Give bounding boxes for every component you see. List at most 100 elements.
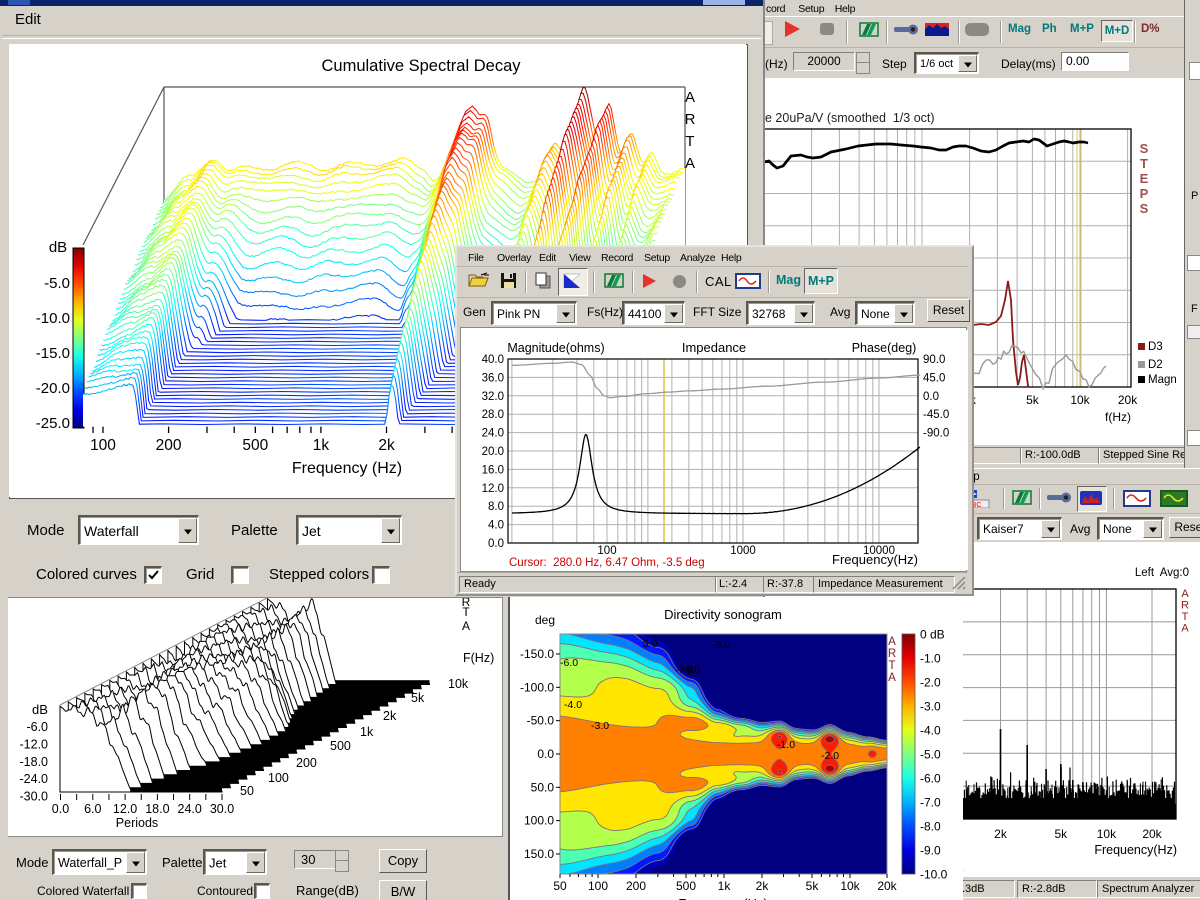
- svg-text:A: A: [888, 672, 896, 684]
- svg-text:5k: 5k: [1054, 827, 1068, 841]
- svg-text:-45.0: -45.0: [923, 409, 949, 421]
- svg-text:Directivity sonogram: Directivity sonogram: [664, 607, 782, 622]
- svg-text:20k: 20k: [877, 879, 897, 893]
- svg-text:D3: D3: [1148, 341, 1163, 353]
- svg-text:-7.0: -7.0: [920, 796, 941, 810]
- svg-text:-10.0: -10.0: [920, 868, 948, 882]
- svg-text:-50.0: -50.0: [527, 714, 555, 728]
- svg-text:R: R: [685, 111, 696, 128]
- svg-text:Cumulative Spectral Decay: Cumulative Spectral Decay: [322, 57, 522, 75]
- svg-text:8.0: 8.0: [488, 501, 504, 513]
- svg-text:Frequency(Hz): Frequency(Hz): [1094, 843, 1177, 857]
- svg-text:-4.0: -4.0: [920, 724, 941, 738]
- svg-text:-5.0: -5.0: [920, 748, 941, 762]
- svg-text:20.0: 20.0: [482, 446, 504, 458]
- svg-text:A: A: [685, 89, 695, 106]
- svg-text:24.0: 24.0: [178, 802, 202, 816]
- svg-text:1k: 1k: [718, 879, 732, 893]
- svg-text:200: 200: [626, 879, 646, 893]
- svg-text:50.0: 50.0: [531, 780, 555, 794]
- svg-text:28.0: 28.0: [482, 409, 504, 421]
- svg-text:-24.0: -24.0: [20, 772, 49, 786]
- svg-text:100: 100: [597, 545, 616, 557]
- svg-text:-20.0: -20.0: [36, 380, 70, 397]
- svg-text:-10.0: -10.0: [36, 310, 70, 327]
- svg-text:A: A: [888, 636, 896, 648]
- svg-text:F(Hz): F(Hz): [463, 651, 494, 665]
- svg-text:500: 500: [676, 879, 696, 893]
- svg-text:50: 50: [240, 784, 254, 798]
- svg-text:100: 100: [588, 879, 608, 893]
- svg-text:-12.0: -12.0: [20, 737, 49, 751]
- svg-text:A: A: [1181, 623, 1189, 635]
- svg-text:Left Avg:0: Left Avg:0: [1135, 567, 1189, 579]
- svg-text:150.0: 150.0: [524, 847, 554, 861]
- svg-text:36.0: 36.0: [482, 372, 504, 384]
- svg-text:-4.0: -4.0: [564, 699, 582, 711]
- svg-text:2k: 2k: [994, 827, 1008, 841]
- svg-text:-90.0: -90.0: [923, 428, 949, 440]
- svg-text:-15.0: -15.0: [36, 345, 70, 362]
- svg-text:Frequency(Hz): Frequency(Hz): [832, 552, 918, 567]
- svg-text:dB: dB: [32, 702, 48, 717]
- svg-text:2k: 2k: [383, 709, 397, 723]
- svg-text:-9.0: -9.0: [920, 844, 941, 858]
- svg-text:S: S: [1140, 201, 1149, 216]
- svg-text:A: A: [462, 619, 470, 633]
- svg-text:-8.0: -8.0: [920, 820, 941, 834]
- svg-text:-8.0: -8.0: [682, 664, 700, 676]
- svg-text:R: R: [1181, 600, 1189, 612]
- svg-text:10k: 10k: [840, 879, 860, 893]
- svg-text:T: T: [462, 605, 470, 619]
- svg-text:1000: 1000: [730, 545, 756, 557]
- svg-text:E: E: [1140, 171, 1149, 186]
- svg-text:T: T: [888, 660, 895, 672]
- svg-text:Periods: Periods: [116, 816, 158, 830]
- svg-text:-2.0: -2.0: [920, 676, 941, 690]
- svg-text:Magnitude(ohms): Magnitude(ohms): [507, 341, 604, 355]
- svg-text:5.0: 5.0: [643, 638, 658, 650]
- svg-text:100: 100: [268, 771, 289, 785]
- svg-text:5k: 5k: [1026, 393, 1040, 407]
- svg-text:-1.0: -1.0: [920, 652, 941, 666]
- svg-text:R: R: [888, 648, 896, 660]
- svg-text:0 dB: 0 dB: [920, 628, 945, 642]
- svg-text:-30.0: -30.0: [20, 790, 49, 804]
- svg-text:f(Hz): f(Hz): [1105, 410, 1131, 424]
- svg-text:2k: 2k: [378, 437, 395, 454]
- svg-text:e 20uPa/V (smoothed 1/3 oct): e 20uPa/V (smoothed 1/3 oct): [765, 111, 935, 125]
- svg-text:0.0: 0.0: [52, 802, 69, 816]
- svg-text:-100.0: -100.0: [520, 680, 554, 694]
- svg-text:0.0: 0.0: [923, 391, 939, 403]
- svg-text:-6.0: -6.0: [560, 657, 578, 669]
- svg-text:50: 50: [553, 879, 567, 893]
- svg-text:2k: 2k: [756, 879, 770, 893]
- svg-text:0.0: 0.0: [488, 538, 504, 550]
- svg-text:32.0: 32.0: [482, 391, 504, 403]
- svg-text:10k: 10k: [1097, 827, 1117, 841]
- svg-text:Phase(deg): Phase(deg): [852, 341, 917, 355]
- svg-text:P: P: [1140, 186, 1149, 201]
- svg-text:-3.0: -3.0: [591, 720, 609, 732]
- svg-text:90.0: 90.0: [923, 354, 945, 366]
- svg-text:-2.0: -2.0: [821, 750, 839, 762]
- svg-text:dB: dB: [49, 239, 67, 256]
- svg-text:200: 200: [156, 437, 182, 454]
- svg-text:-18.0: -18.0: [20, 755, 49, 769]
- svg-text:-1.0: -1.0: [777, 739, 795, 751]
- svg-text:24.0: 24.0: [482, 428, 504, 440]
- svg-text:200: 200: [296, 756, 317, 770]
- svg-text:-150.0: -150.0: [520, 647, 554, 661]
- svg-text:10k: 10k: [1070, 393, 1090, 407]
- svg-text:1k: 1k: [360, 725, 374, 739]
- svg-text:-3.0: -3.0: [920, 700, 941, 714]
- svg-text:Magn: Magn: [1148, 374, 1177, 386]
- svg-text:-9.0: -9.0: [712, 639, 730, 651]
- svg-text:12.0: 12.0: [482, 483, 504, 495]
- svg-text:4.0: 4.0: [488, 520, 504, 532]
- svg-text:Frequency (Hz): Frequency (Hz): [678, 896, 768, 900]
- svg-text:500: 500: [242, 437, 268, 454]
- svg-text:S: S: [1140, 141, 1149, 156]
- svg-text:45.0: 45.0: [923, 372, 945, 384]
- svg-text:40.0: 40.0: [482, 354, 504, 366]
